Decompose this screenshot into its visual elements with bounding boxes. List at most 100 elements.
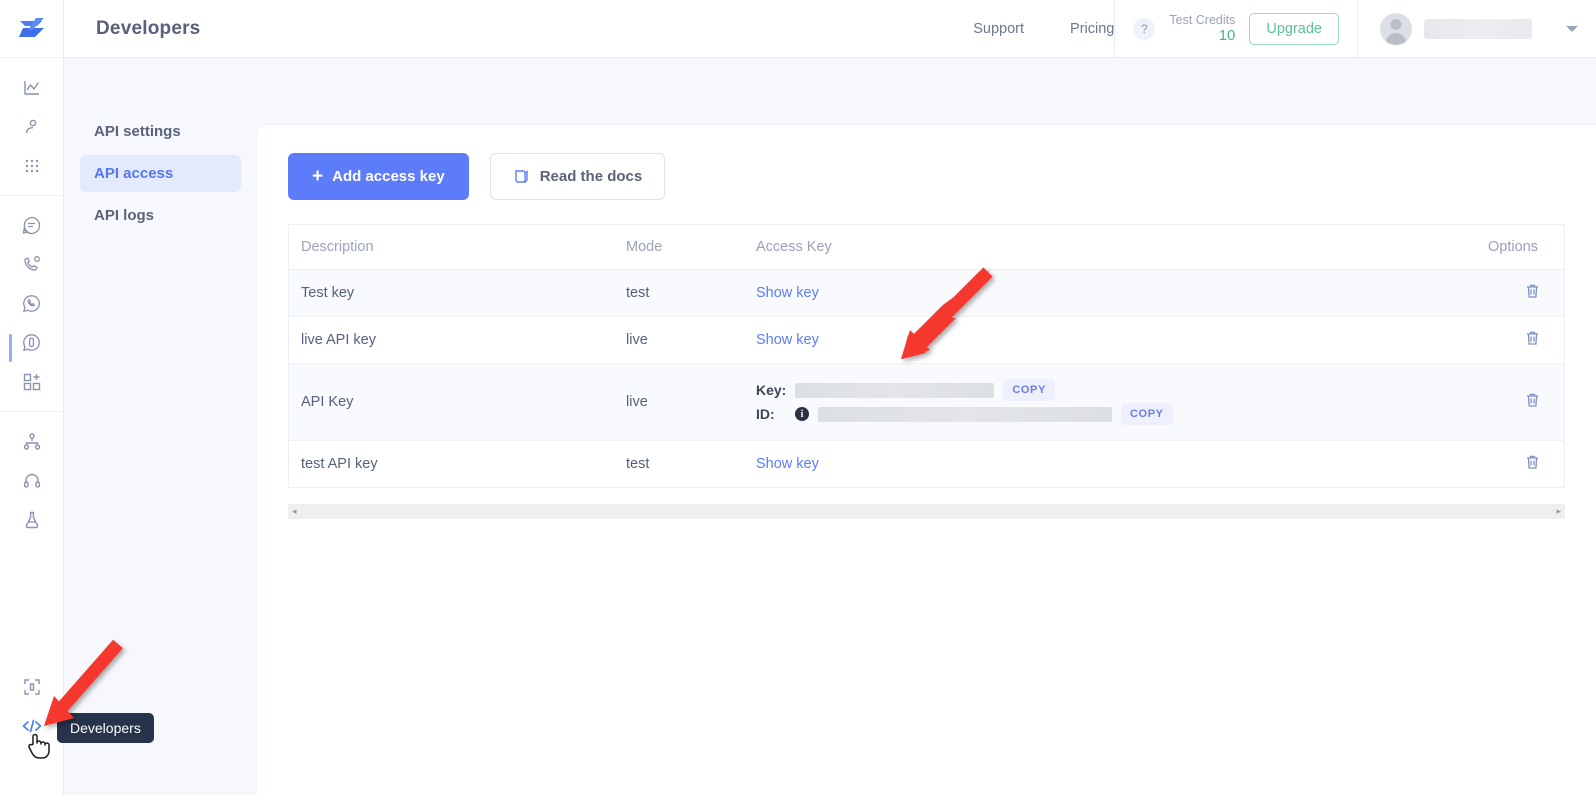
account-menu[interactable] [1357, 0, 1596, 58]
column-header-options[interactable]: Options [1444, 225, 1564, 270]
developers-tooltip: Developers [57, 713, 154, 743]
rail-item-lab[interactable] [0, 500, 63, 539]
whatsapp-icon [22, 295, 40, 313]
table-horizontal-scrollbar[interactable]: ◂ ▸ [288, 504, 1565, 519]
left-icon-rail [0, 0, 64, 795]
section-subnav: API settings API access API logs [64, 58, 257, 795]
table-row[interactable]: live API key live Show key [289, 316, 1564, 364]
key-value-redacted[interactable] [795, 382, 995, 398]
column-header-description[interactable]: Description [289, 225, 614, 270]
table-row[interactable]: Test key test Show key [289, 269, 1564, 317]
rail-item-integrations[interactable] [0, 667, 63, 706]
scroll-right-arrow-icon[interactable]: ▸ [1556, 507, 1561, 516]
rail-item-keypad[interactable] [0, 146, 63, 185]
rail-item-contacts[interactable] [0, 107, 63, 146]
api-id-row: ID: i COPY [756, 403, 1444, 425]
info-icon[interactable]: i [795, 407, 809, 421]
add-app-grid-icon [23, 373, 40, 390]
page-title: Developers [96, 17, 201, 39]
test-credits: Test Credits 10 [1169, 13, 1235, 45]
cell-options [1444, 269, 1564, 317]
toolbar: + Add access key Read the docs [288, 153, 1565, 200]
table-row[interactable]: API Key live Key: COPY ID: i COPY [289, 363, 1564, 441]
rail-item-flows[interactable] [0, 422, 63, 461]
lab-flask-icon [25, 511, 38, 528]
copy-id-button[interactable]: COPY [1121, 403, 1173, 425]
sidebar-item-api-logs[interactable]: API logs [80, 197, 241, 234]
scroll-left-arrow-icon[interactable]: ◂ [292, 507, 297, 516]
credits-section: ? Test Credits 10 Upgrade [1114, 0, 1357, 58]
trash-icon[interactable] [1525, 454, 1540, 470]
subnav-list: API settings API access API logs [64, 58, 257, 234]
rail-group-channels [0, 195, 63, 411]
cell-options [1444, 316, 1564, 364]
help-icon[interactable]: ? [1133, 17, 1156, 40]
cell-mode: test [626, 456, 650, 472]
support-link[interactable]: Support [973, 21, 1024, 37]
api-access-card: + Add access key Read the docs Descripti… [257, 125, 1596, 795]
column-header-access-key[interactable]: Access Key [744, 225, 1444, 270]
copy-key-button[interactable]: COPY [1003, 379, 1055, 401]
show-key-link[interactable]: Show key [756, 285, 819, 301]
trash-icon[interactable] [1525, 392, 1540, 408]
rcs-message-icon [22, 334, 40, 352]
cell-access-key: Show key [744, 316, 1444, 364]
rail-group-analytics [0, 58, 63, 195]
keypad-dots-icon [25, 159, 38, 172]
cell-access-key: Key: COPY ID: i COPY [744, 363, 1444, 441]
cell-mode: test [614, 269, 744, 317]
cell-access-key: Show key [744, 269, 1444, 317]
rail-item-chat[interactable] [0, 206, 63, 245]
cell-options [1444, 363, 1564, 441]
top-header: Developers Support Pricing ? Test Credit… [64, 0, 1596, 58]
column-header-mode[interactable]: Mode [614, 225, 744, 270]
cell-mode: live [614, 316, 744, 364]
rail-item-add-app[interactable] [0, 362, 63, 401]
account-name-redacted [1424, 18, 1532, 39]
access-keys-table: Description Mode Access Key Options Test… [289, 225, 1564, 487]
test-credits-value: 10 [1218, 27, 1236, 45]
test-credits-label: Test Credits [1169, 12, 1236, 27]
trash-icon[interactable] [1525, 283, 1540, 299]
analytics-chart-icon [23, 80, 39, 95]
table-head: Description Mode Access Key Options [289, 225, 1564, 270]
cell-description: test API key [301, 456, 378, 472]
pricing-link[interactable]: Pricing [1070, 21, 1114, 37]
phone-call-icon [24, 256, 40, 271]
cell-description: API Key [289, 363, 614, 441]
add-access-key-button[interactable]: + Add access key [288, 153, 469, 200]
table-row[interactable]: test API key test Show key [289, 441, 1564, 488]
show-key-link[interactable]: Show key [756, 456, 819, 472]
cell-description: live API key [289, 316, 614, 364]
sidebar-item-api-access[interactable]: API access [80, 155, 241, 192]
key-label: Key: [756, 382, 787, 398]
cell-mode: live [614, 363, 744, 441]
trash-icon[interactable] [1525, 330, 1540, 346]
chat-bubble-icon [22, 216, 41, 235]
api-key-row: Key: COPY [756, 379, 1444, 401]
headset-support-icon [23, 473, 40, 488]
cell-options [1444, 441, 1564, 488]
rail-item-analytics[interactable] [0, 68, 63, 107]
id-value-redacted[interactable] [818, 406, 1112, 422]
read-the-docs-button[interactable]: Read the docs [489, 153, 666, 200]
read-the-docs-label: Read the docs [539, 168, 643, 185]
rail-item-whatsapp[interactable] [0, 284, 63, 323]
add-access-key-label: Add access key [332, 168, 445, 185]
sidebar-item-api-settings[interactable]: API settings [80, 113, 241, 150]
app-root: Developers Support Pricing ? Test Credit… [0, 0, 1596, 795]
flow-hierarchy-icon [23, 432, 40, 450]
cell-description: Test key [289, 269, 614, 317]
rail-item-support[interactable] [0, 461, 63, 500]
show-key-link[interactable]: Show key [756, 332, 819, 348]
contact-person-icon [25, 119, 36, 133]
brand-logo[interactable] [0, 0, 63, 58]
chevron-down-icon[interactable] [1566, 25, 1578, 32]
card-inner: + Add access key Read the docs Descripti… [257, 125, 1596, 519]
brand-logo-icon [18, 17, 44, 37]
id-label: ID: [756, 406, 775, 422]
avatar [1380, 12, 1412, 45]
rail-item-voice[interactable] [0, 245, 63, 284]
upgrade-button[interactable]: Upgrade [1249, 12, 1339, 45]
rail-selection-indicator [9, 334, 12, 362]
